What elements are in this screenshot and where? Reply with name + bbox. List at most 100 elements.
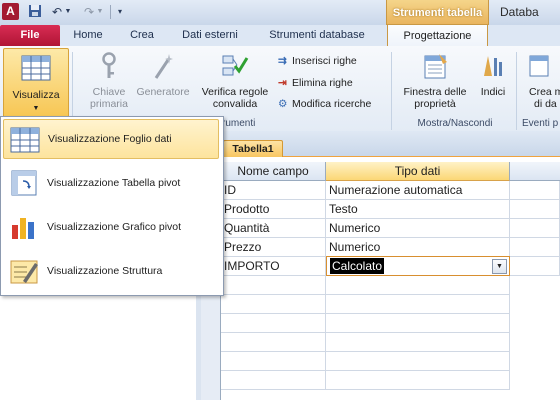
access-app-icon[interactable]: A	[2, 3, 19, 20]
empty-data-type-cell[interactable]	[326, 371, 510, 390]
insert-rows-icon: ⇉	[278, 55, 287, 67]
delete-rows-icon: ⇥	[278, 77, 287, 89]
data-type-cell[interactable]: Numerico	[326, 219, 510, 238]
field-name-cell[interactable]: Quantità	[221, 219, 326, 238]
customize-qat-icon[interactable]: ▾	[115, 4, 125, 20]
tab-external-data[interactable]: Dati esterni	[170, 25, 250, 46]
group-separator	[391, 52, 392, 130]
tools-group-label: rumenti	[222, 118, 256, 129]
undo-dropdown-icon[interactable]: ▼	[64, 4, 72, 20]
delete-rows-label: Elimina righe	[292, 77, 353, 89]
empty-data-type-cell[interactable]	[326, 352, 510, 371]
field-name-cell[interactable]: Prezzo	[221, 238, 326, 257]
data-type-cell[interactable]: Numerico	[326, 238, 510, 257]
description-cell[interactable]	[510, 257, 560, 276]
context-group-table-tools: Strumenti tabella	[386, 0, 489, 26]
design-view-icon	[10, 260, 38, 284]
data-type-combo-active[interactable]: Calcolato ▼	[326, 256, 510, 276]
tab-home[interactable]: Home	[62, 25, 114, 46]
create-data-macros-button[interactable]: Crea m di da	[520, 52, 560, 110]
modify-lookups-label: Modifica ricerche	[292, 98, 372, 110]
empty-field-name-cell[interactable]	[221, 276, 326, 295]
description-cell[interactable]	[510, 181, 560, 200]
validation-rules-button[interactable]: Verifica regole convalida	[196, 52, 274, 110]
builder-button[interactable]: Generatore	[132, 52, 194, 98]
tab-file[interactable]: File	[0, 25, 60, 46]
menu-item-datasheet-view[interactable]: Visualizzazione Foglio dati	[3, 119, 219, 159]
datasheet-view-icon	[21, 55, 51, 81]
data-type-cell[interactable]: Numerazione automatica	[326, 181, 510, 200]
group-separator	[516, 52, 517, 130]
indexes-icon	[484, 56, 502, 76]
empty-field-name-cell[interactable]	[221, 333, 326, 352]
qat-separator	[110, 5, 111, 19]
view-dropdown-menu: Visualizzazione Foglio dati Visualizzazi…	[0, 116, 224, 296]
modify-lookups-button[interactable]: ⚙ Modifica ricerche	[278, 96, 388, 112]
empty-field-name-cell[interactable]	[221, 314, 326, 333]
save-icon[interactable]	[27, 4, 43, 20]
pivot-table-icon	[11, 170, 37, 196]
field-name-cell[interactable]: IMPORTO	[221, 257, 326, 276]
indexes-button[interactable]: Indici	[474, 52, 512, 98]
column-header-description[interactable]	[510, 162, 560, 181]
view-button[interactable]: Visualizza ▼	[3, 48, 69, 118]
undo-icon[interactable]: ↶	[49, 4, 65, 20]
field-name-cell[interactable]: Prodotto	[221, 200, 326, 219]
empty-data-type-cell[interactable]	[326, 295, 510, 314]
empty-data-type-cell[interactable]	[326, 276, 510, 295]
empty-field-name-cell[interactable]	[221, 295, 326, 314]
builder-wand-icon	[154, 54, 173, 79]
pivot-chart-icon	[12, 218, 34, 239]
data-type-cell[interactable]: Testo	[326, 200, 510, 219]
create-macros-label-1: Crea m	[529, 86, 560, 98]
window-title: Databa	[500, 5, 539, 19]
data-macros-icon	[529, 55, 549, 77]
modify-lookups-icon: ⚙	[278, 98, 288, 110]
empty-data-type-cell[interactable]	[326, 314, 510, 333]
property-sheet-label-1: Finestra delle	[403, 86, 467, 98]
tab-design[interactable]: Progettazione	[387, 24, 488, 48]
empty-field-name-cell[interactable]	[221, 371, 326, 390]
validate-rules-icon	[222, 55, 249, 76]
description-cell[interactable]	[510, 200, 560, 219]
insert-rows-button[interactable]: ⇉ Inserisci righe	[278, 53, 388, 69]
chevron-down-icon: ▼	[32, 105, 40, 112]
column-header-data-type[interactable]: Tipo dati	[326, 162, 510, 181]
menu-item-label: Visualizzazione Grafico pivot	[47, 221, 182, 233]
menu-item-label: Visualizzazione Foglio dati	[48, 133, 172, 145]
menu-item-pivot-chart-view[interactable]: Visualizzazione Grafico pivot	[3, 207, 219, 247]
menu-item-pivot-table-view[interactable]: Visualizzazione Tabella pivot	[3, 163, 219, 203]
menu-item-design-view[interactable]: Visualizzazione Struttura	[3, 251, 219, 291]
document-tab-tabella1[interactable]: Tabella1	[223, 140, 283, 157]
combo-dropdown-icon[interactable]: ▼	[492, 259, 507, 274]
redo-icon[interactable]: ↷	[81, 4, 97, 20]
showhide-group-label: Mostra/Nascondi	[417, 118, 493, 129]
datasheet-view-icon	[10, 127, 40, 153]
primary-key-label-1: Chiave	[92, 86, 126, 98]
tab-database-tools[interactable]: Strumenti database	[254, 25, 380, 46]
property-sheet-button[interactable]: Finestra delle proprietà	[395, 52, 475, 110]
property-sheet-icon	[424, 54, 447, 79]
create-macros-label-2: di da	[534, 98, 557, 110]
field-name-cell[interactable]: ID	[221, 181, 326, 200]
empty-field-name-cell[interactable]	[221, 352, 326, 371]
empty-data-type-cell[interactable]	[326, 333, 510, 352]
description-cell[interactable]	[510, 219, 560, 238]
redo-dropdown-icon[interactable]: ▼	[96, 4, 104, 20]
menu-item-label: Visualizzazione Tabella pivot	[47, 177, 181, 189]
view-button-label: Visualizza	[12, 89, 60, 101]
primary-key-label-2: primaria	[90, 98, 128, 110]
primary-key-button[interactable]: Chiave primaria	[78, 52, 140, 110]
delete-rows-button[interactable]: ⇥ Elimina righe	[278, 75, 388, 91]
data-type-selected-value: Calcolato	[330, 258, 385, 274]
validate-label-2: convalida	[212, 98, 258, 110]
builder-label: Generatore	[136, 86, 190, 98]
key-icon	[102, 52, 116, 78]
menu-item-label: Visualizzazione Struttura	[47, 265, 163, 277]
insert-rows-label: Inserisci righe	[292, 55, 357, 67]
indexes-label: Indici	[480, 86, 506, 98]
description-cell[interactable]	[510, 238, 560, 257]
property-sheet-label-2: proprietà	[414, 98, 456, 110]
tab-create[interactable]: Crea	[118, 25, 166, 46]
column-header-field-name[interactable]: Nome campo	[221, 162, 326, 181]
